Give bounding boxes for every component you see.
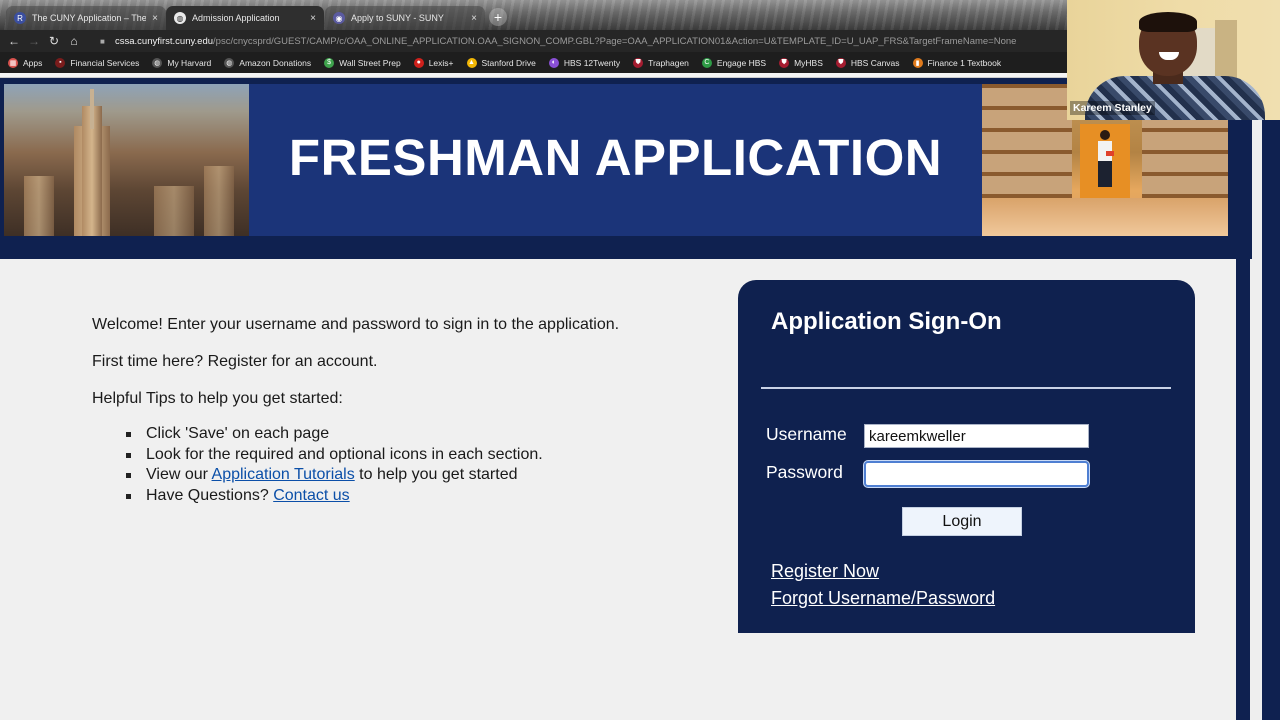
harvard-shield-icon: ⛊ xyxy=(633,57,644,68)
register-now-link[interactable]: Register Now xyxy=(771,561,879,582)
google-drive-icon: ▲ xyxy=(466,57,477,68)
bookmark-item[interactable]: ◍ My Harvard xyxy=(152,57,212,68)
main-content: Welcome! Enter your username and passwor… xyxy=(0,259,1236,720)
nyc-skyline-image xyxy=(4,84,249,236)
banner-title: FRESHMAN APPLICATION xyxy=(288,128,943,186)
first-time-text: First time here? Register for an account… xyxy=(92,353,378,370)
tab-title: Admission Application xyxy=(192,13,280,23)
new-tab-button[interactable]: + xyxy=(489,8,507,26)
url-host: cssa.cunyfirst.cuny.edu xyxy=(115,36,214,47)
decorative-rail xyxy=(1236,259,1250,720)
book-icon: ▮ xyxy=(912,57,923,68)
sign-on-panel: Application Sign-On Username Password Lo… xyxy=(738,280,1195,633)
bookmark-label: My Harvard xyxy=(167,57,212,68)
bookmark-label: Traphagen xyxy=(648,57,689,68)
tab-cuny-application[interactable]: R The CUNY Application – The C × xyxy=(6,6,166,30)
cuny-logo-icon: R xyxy=(14,12,26,24)
bookmark-label: HBS 12Twenty xyxy=(563,57,621,68)
forgot-credentials-link[interactable]: Forgot Username/Password xyxy=(771,588,995,609)
globe-icon: ◍ xyxy=(152,57,163,68)
bookmark-item[interactable]: ▲ Stanford Drive xyxy=(466,57,536,68)
globe-icon: ◍ xyxy=(224,57,235,68)
tip-item: Click 'Save' on each page xyxy=(126,424,692,445)
bookmark-label: Stanford Drive xyxy=(481,57,536,68)
tip-item: View our Application Tutorials to help y… xyxy=(126,465,692,486)
intro-section: Welcome! Enter your username and passwor… xyxy=(92,315,692,506)
12twenty-icon: ◐ xyxy=(548,57,559,68)
bookmark-label: Engage HBS xyxy=(716,57,767,68)
lock-icon: ■ xyxy=(100,37,105,46)
engage-icon: C xyxy=(701,57,712,68)
tips-heading: Helpful Tips to help you get started: xyxy=(92,390,343,407)
bookmark-label: Apps xyxy=(23,57,43,68)
home-icon[interactable]: ⌂ xyxy=(64,34,84,48)
lexis-icon: ● xyxy=(413,57,424,68)
bookmark-item[interactable]: ▦ Apps xyxy=(8,57,43,68)
reload-icon[interactable]: ↻ xyxy=(44,34,64,48)
tab-title: Apply to SUNY - SUNY xyxy=(351,13,444,23)
bookmark-item[interactable]: ◐ HBS 12Twenty xyxy=(548,57,621,68)
harvard-shield-icon: ⛊ xyxy=(835,57,846,68)
login-button[interactable]: Login xyxy=(902,507,1022,536)
banner-inner: FRESHMAN APPLICATION xyxy=(4,84,1228,236)
bookmark-label: Amazon Donations xyxy=(239,57,312,68)
bookmark-item[interactable]: ⛊ Traphagen xyxy=(633,57,689,68)
wsp-icon: $ xyxy=(324,57,335,68)
bookmark-label: Lexis+ xyxy=(428,57,454,68)
password-label: Password xyxy=(766,462,843,482)
tips-list: Click 'Save' on each page Look for the r… xyxy=(126,424,692,506)
bookmark-item[interactable]: ⛊ HBS Canvas xyxy=(835,57,900,68)
username-input[interactable] xyxy=(864,424,1089,448)
header-banner: FRESHMAN APPLICATION xyxy=(0,78,1252,259)
bookmark-item[interactable]: $ Wall Street Prep xyxy=(324,57,401,68)
harvard-shield-icon: ⛊ xyxy=(779,57,790,68)
bookmark-item[interactable]: ◍ Amazon Donations xyxy=(224,57,312,68)
contact-us-link[interactable]: Contact us xyxy=(273,487,349,504)
url-path: /psc/cnycsprd/GUEST/CAMP/c/OAA_ONLINE_AP… xyxy=(213,36,1017,47)
bank-icon: ▪ xyxy=(55,57,66,68)
password-input[interactable] xyxy=(864,461,1089,487)
sign-on-title: Application Sign-On xyxy=(771,308,1002,335)
bookmark-item[interactable]: ▮ Finance 1 Textbook xyxy=(912,57,1002,68)
back-arrow-icon[interactable]: ← xyxy=(4,34,24,48)
tab-apply-to-suny[interactable]: ◉ Apply to SUNY - SUNY × xyxy=(325,6,485,30)
bookmark-item[interactable]: ● Lexis+ xyxy=(413,57,454,68)
screen: R The CUNY Application – The C × ◍ Admis… xyxy=(0,0,1280,720)
address-bar[interactable]: ■ cssa.cunyfirst.cuny.edu /psc/cnycsprd/… xyxy=(100,33,1060,50)
globe-icon: ◍ xyxy=(174,12,186,24)
close-tab-icon[interactable]: × xyxy=(471,13,477,24)
bookmark-label: Wall Street Prep xyxy=(339,57,401,68)
tip-item: Have Questions? Contact us xyxy=(126,486,692,507)
application-tutorials-link[interactable]: Application Tutorials xyxy=(212,466,355,483)
bookmark-label: HBS Canvas xyxy=(850,57,900,68)
forward-arrow-icon[interactable]: → xyxy=(24,34,44,48)
bookmark-label: Finance 1 Textbook xyxy=(927,57,1002,68)
webcam-video-overlay: Kareem Stanley xyxy=(1067,0,1280,120)
close-tab-icon[interactable]: × xyxy=(310,13,316,24)
web-page: FRESHMAN APPLICATION Welcome! Enter your… xyxy=(0,78,1280,720)
bookmark-item[interactable]: C Engage HBS xyxy=(701,57,767,68)
participant-name: Kareem Stanley xyxy=(1070,101,1155,115)
bookmark-item[interactable]: ▪ Financial Services xyxy=(55,57,140,68)
tab-admission-application[interactable]: ◍ Admission Application × xyxy=(166,6,324,30)
bookmark-label: MyHBS xyxy=(794,57,823,68)
divider xyxy=(761,387,1171,389)
close-tab-icon[interactable]: × xyxy=(152,13,158,24)
bookmark-label: Financial Services xyxy=(70,57,140,68)
welcome-text: Welcome! Enter your username and passwor… xyxy=(92,316,620,333)
apps-grid-icon: ▦ xyxy=(8,57,18,68)
decorative-rail xyxy=(1262,118,1280,720)
username-label: Username xyxy=(766,424,847,444)
suny-logo-icon: ◉ xyxy=(333,12,345,24)
tip-item: Look for the required and optional icons… xyxy=(126,445,692,466)
bookmark-item[interactable]: ⛊ MyHBS xyxy=(779,57,823,68)
tab-title: The CUNY Application – The C xyxy=(32,13,147,23)
